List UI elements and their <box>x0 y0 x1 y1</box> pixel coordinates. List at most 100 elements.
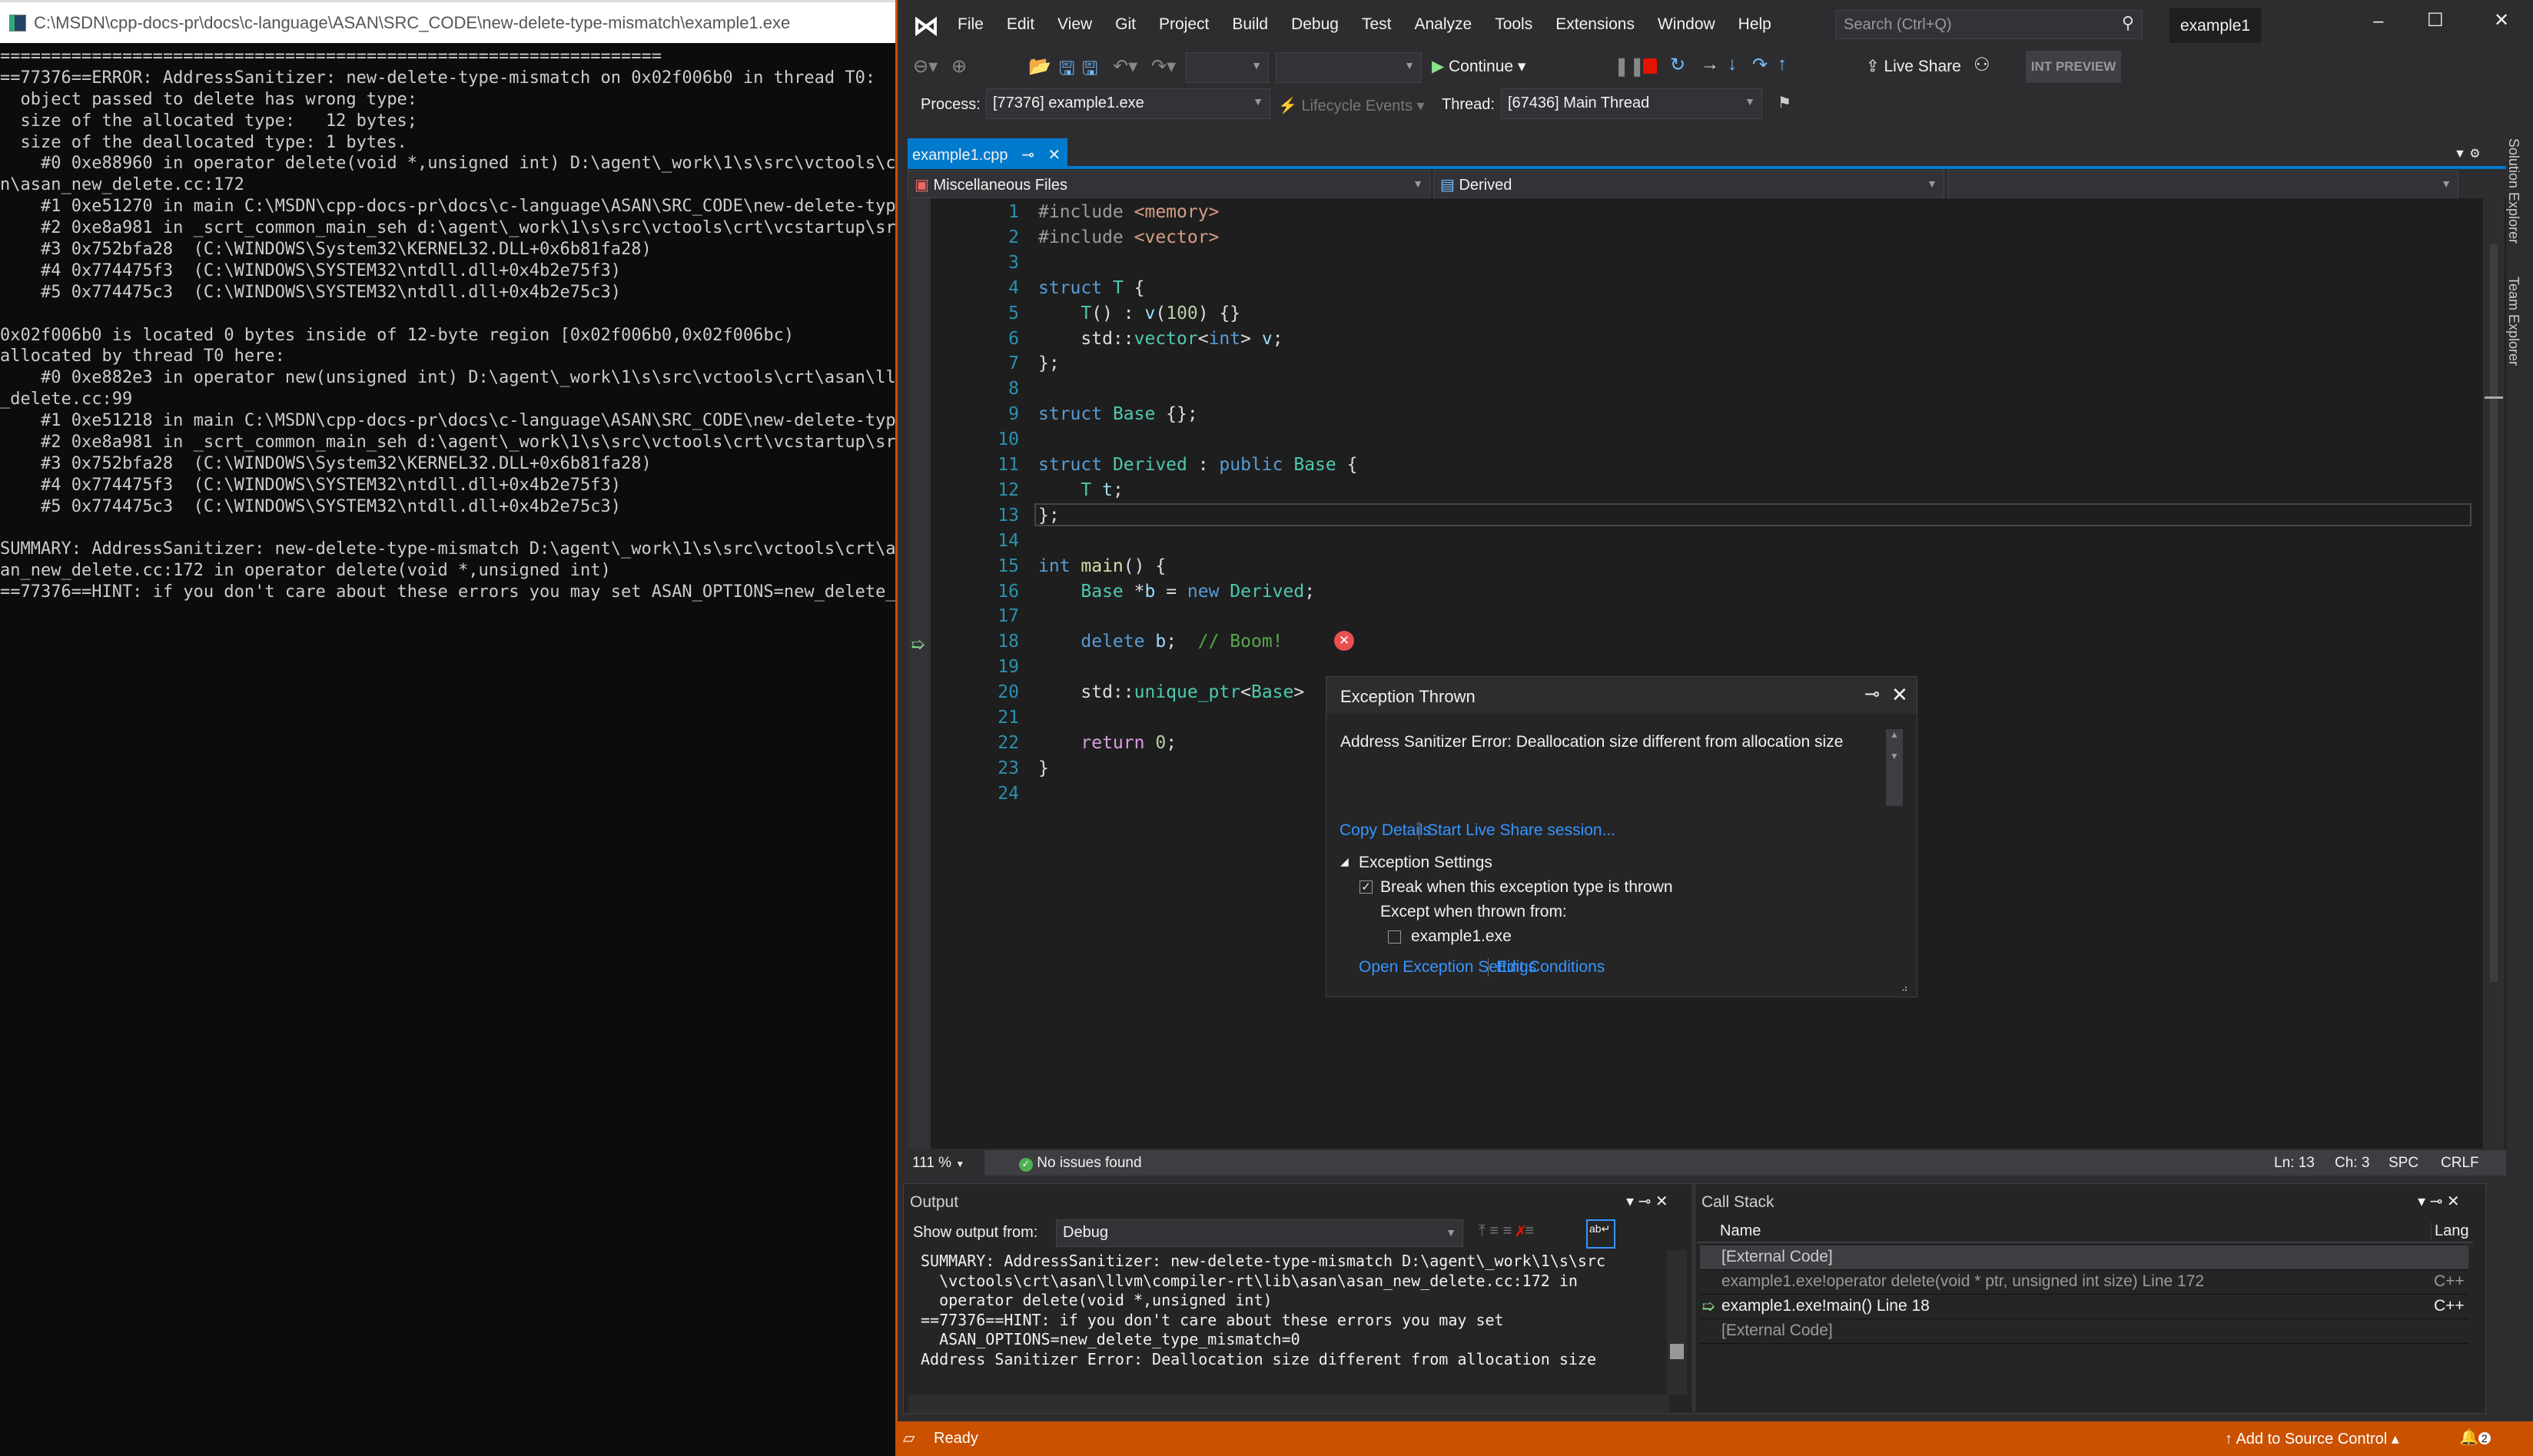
call-stack-row[interactable]: [External Code] <box>1700 1319 2468 1344</box>
code-line[interactable]: } <box>1038 758 1049 778</box>
maximize-button[interactable]: ☐ <box>2427 9 2444 32</box>
pin-icon[interactable]: ⊸ <box>1021 147 1034 164</box>
menu-analyze[interactable]: Analyze <box>1414 15 1472 34</box>
except-example1-checkbox[interactable] <box>1388 930 1401 944</box>
live-share-button[interactable]: ⇪ Live Share <box>1866 57 1961 76</box>
word-wrap-toggle-icon[interactable]: ab↵ <box>1586 1219 1615 1249</box>
thread-dropdown[interactable]: [67436] Main Thread ▼ <box>1501 88 1762 119</box>
copy-details-link[interactable]: Copy Details <box>1340 821 1431 840</box>
output-hscroll[interactable] <box>908 1395 1669 1413</box>
tab-example1-cpp[interactable]: example1.cpp ⊸ ✕ <box>908 138 1067 167</box>
minimize-button[interactable]: – <box>2373 11 2383 32</box>
pause-icon[interactable]: ❚❚ <box>1614 55 1645 78</box>
call-stack-row[interactable]: ➯ example1.exe!main() Line 18 C++ <box>1700 1295 2468 1319</box>
code-line[interactable]: T() : v(100) {} <box>1038 303 1240 323</box>
platform-dropdown[interactable]: ▼ <box>1276 52 1422 83</box>
start-live-share-link[interactable]: Start Live Share session... <box>1419 821 1615 840</box>
code-line[interactable]: std::vector<int> v; <box>1038 329 1283 349</box>
issues-indicator[interactable]: ✓ No issues found <box>1019 1155 1142 1172</box>
code-line[interactable]: int main() { <box>1038 556 1166 576</box>
console-title-bar[interactable]: C:\MSDN\cpp-docs-pr\docs\c-language\ASAN… <box>0 0 895 43</box>
output-text[interactable]: SUMMARY: AddressSanitizer: new-delete-ty… <box>921 1252 1658 1394</box>
call-stack-row[interactable]: [External Code] <box>1700 1245 2468 1270</box>
menu-help[interactable]: Help <box>1738 15 1771 34</box>
menu-debug[interactable]: Debug <box>1291 15 1339 34</box>
tab-close-icon[interactable]: ✕ <box>1047 147 1061 164</box>
menu-edit[interactable]: Edit <box>1007 15 1034 34</box>
open-file-icon[interactable]: 📂 <box>1028 55 1051 78</box>
menu-build[interactable]: Build <box>1232 15 1268 34</box>
whitespace-mode[interactable]: SPC <box>2389 1155 2418 1172</box>
edit-conditions-link[interactable]: Edit Conditions <box>1488 958 1605 977</box>
tab-overflow-icon[interactable]: ▼ ⚙ <box>2454 146 2481 161</box>
column-lang[interactable]: Lang <box>2431 1222 2469 1240</box>
output-source-select[interactable]: Debug ▼ <box>1056 1219 1463 1247</box>
save-all-icon[interactable]: 🖫 <box>1082 55 1097 87</box>
message-scrollbar[interactable]: ▲ ▼ <box>1886 729 1903 806</box>
flag-icon[interactable]: ⚑ <box>1778 93 1791 112</box>
menu-view[interactable]: View <box>1057 15 1092 34</box>
output-toolbar-icons[interactable]: ⤒ ≡ ≡ ✗≡ <box>1479 1222 1534 1240</box>
add-to-source-control-button[interactable]: ↑ Add to Source Control ▴ <box>2225 1429 2399 1448</box>
menu-extensions[interactable]: Extensions <box>1555 15 1635 34</box>
step-into-icon[interactable]: ↓ <box>1728 54 1737 75</box>
call-stack-row[interactable]: example1.exe!operator delete(void * ptr,… <box>1700 1270 2468 1295</box>
int-preview-badge[interactable]: INT PREVIEW <box>2026 51 2121 83</box>
menu-file[interactable]: File <box>958 15 984 34</box>
feedback-icon[interactable]: ⚇ <box>1974 54 1990 76</box>
search-input[interactable]: Search (Ctrl+Q) ⚲ <box>1835 10 2143 39</box>
close-button[interactable]: ✕ <box>2494 9 2509 32</box>
code-line[interactable]: T t; <box>1038 480 1123 500</box>
popup-pin-icon[interactable]: ⊸ <box>1864 683 1880 705</box>
code-editor[interactable]: ➯ 1 #include <memory> 2 #include <vector> 3 4… <box>908 198 2506 1149</box>
code-line[interactable]: #include <memory> <box>1038 202 1219 222</box>
restart-icon[interactable]: ↻ <box>1670 54 1685 76</box>
expand-triangle-icon[interactable]: ◢ <box>1340 855 1349 868</box>
undo-icon[interactable]: ↶▾ <box>1113 55 1137 78</box>
project-nav-dropdown[interactable]: ▣ Miscellaneous Files ▼ <box>908 171 1430 198</box>
zoom-dropdown[interactable]: 111 % ▼ <box>908 1150 984 1176</box>
code-line[interactable]: struct Base {}; <box>1038 404 1198 424</box>
code-line[interactable]: return 0; <box>1038 733 1177 753</box>
continue-button[interactable]: ▶ Continue ▾ <box>1432 57 1525 76</box>
process-dropdown[interactable]: [77376] example1.exe ▼ <box>986 88 1270 119</box>
menu-git[interactable]: Git <box>1115 15 1136 34</box>
code-token: () : <box>1091 303 1145 323</box>
step-out-icon[interactable]: ↑ <box>1778 54 1787 75</box>
code-line[interactable]: delete b; // Boom! <box>1038 632 1283 652</box>
stop-icon[interactable] <box>1643 58 1657 74</box>
side-tab-solution-explorer[interactable]: Solution Explorer <box>2505 138 2521 244</box>
break-checkbox[interactable]: ✓ <box>1359 881 1373 894</box>
vertical-scrollbar[interactable] <box>2483 198 2505 1149</box>
menu-window[interactable]: Window <box>1658 15 1715 34</box>
code-line[interactable]: Base *b = new Derived; <box>1038 582 1315 602</box>
lifecycle-events-dropdown[interactable]: ⚡ Lifecycle Events ▾ <box>1278 96 1425 115</box>
back-icon[interactable]: ⊖▾ <box>913 55 938 78</box>
column-name[interactable]: Name <box>1720 1222 1761 1240</box>
side-tab-team-explorer[interactable]: Team Explorer <box>2505 277 2521 366</box>
line-endings[interactable]: CRLF <box>2441 1155 2479 1172</box>
scope-nav-dropdown[interactable]: ▤ Derived ▼ <box>1433 171 1944 198</box>
member-nav-dropdown[interactable]: ▼ <box>1947 171 2458 198</box>
code-line[interactable]: }; <box>1038 506 1060 526</box>
config-dropdown[interactable]: ▼ <box>1186 52 1269 83</box>
code-line[interactable]: #include <vector> <box>1038 227 1219 247</box>
code-line[interactable]: std::unique_ptr<Base> <box>1038 682 1304 702</box>
call-stack-controls[interactable]: ▾ ⊸ ✕ <box>2418 1192 2460 1211</box>
code-line[interactable]: }; <box>1038 353 1060 373</box>
menu-project[interactable]: Project <box>1159 15 1209 34</box>
code-line[interactable]: struct T { <box>1038 278 1145 298</box>
forward-icon[interactable]: ⊕ <box>951 55 967 78</box>
step-over-icon[interactable]: ↷ <box>1752 54 1768 76</box>
redo-icon[interactable]: ↷▾ <box>1151 55 1176 78</box>
show-next-statement-icon[interactable]: → <box>1701 54 1719 75</box>
popup-close-icon[interactable]: ✕ <box>1891 683 1908 707</box>
resize-grip-icon[interactable]: ⣠ <box>1901 980 1908 991</box>
menu-test[interactable]: Test <box>1362 15 1392 34</box>
notifications-bell-icon[interactable]: 🔔 2 <box>2459 1428 2491 1447</box>
menu-tools[interactable]: Tools <box>1495 15 1532 34</box>
output-panel-controls[interactable]: ▾ ⊸ ✕ <box>1626 1192 1668 1211</box>
code-line[interactable]: struct Derived : public Base { <box>1038 455 1357 475</box>
output-vscroll[interactable] <box>1667 1250 1687 1395</box>
save-icon[interactable]: 🖫 <box>1059 55 1074 87</box>
